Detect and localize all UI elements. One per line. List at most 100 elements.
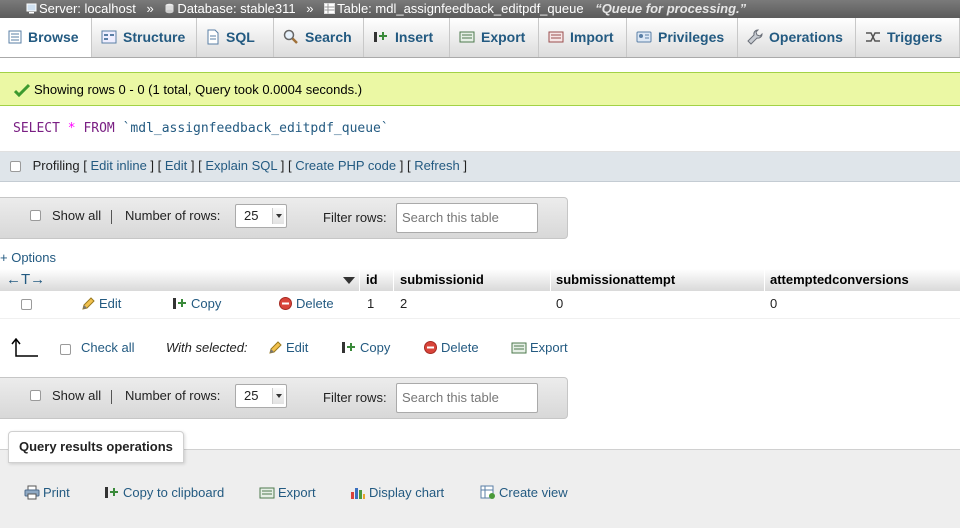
divider bbox=[111, 210, 112, 224]
table-icon bbox=[324, 3, 336, 14]
export-icon bbox=[511, 342, 527, 354]
rows-label: Number of rows: bbox=[125, 388, 221, 403]
create-php-code-link[interactable]: Create PHP code bbox=[295, 158, 396, 173]
tab-triggers[interactable]: Triggers bbox=[857, 18, 960, 57]
tab-privileges[interactable]: Privileges bbox=[628, 18, 738, 57]
wrench-icon bbox=[747, 29, 763, 45]
browse-icon bbox=[8, 30, 22, 44]
create-view-button[interactable]: Create view bbox=[480, 485, 568, 500]
bulk-export-button[interactable]: Export bbox=[511, 330, 568, 366]
tab-operations[interactable]: Operations bbox=[739, 18, 856, 57]
profiling-bar: Profiling [ Edit inline ] [ Edit ] [ Exp… bbox=[0, 152, 960, 182]
rows-select[interactable]: 25 bbox=[235, 204, 287, 228]
table-row: Edit Copy Delete 1 2 0 0 bbox=[0, 291, 960, 319]
breadcrumb-table[interactable]: Table: mdl_assignfeedback_editpdf_queue bbox=[324, 0, 584, 18]
row-copy-button[interactable]: Copy bbox=[172, 291, 221, 317]
database-icon bbox=[165, 3, 174, 14]
chevron-down-icon bbox=[272, 208, 284, 224]
arrow-ltr-icon bbox=[11, 338, 38, 357]
tab-search[interactable]: Search bbox=[275, 18, 364, 57]
bulk-delete-button[interactable]: Delete bbox=[423, 330, 479, 366]
cell-attemptedconversions[interactable]: 0 bbox=[770, 291, 777, 317]
filter-input[interactable]: Search this table bbox=[396, 203, 538, 233]
divider bbox=[111, 390, 112, 404]
show-all-label[interactable]: Show all bbox=[52, 388, 101, 403]
print-icon bbox=[24, 485, 40, 500]
column-header-submissionattempt[interactable]: submissionattempt bbox=[556, 269, 675, 291]
column-resize-arrows[interactable]: ←T→ bbox=[6, 269, 45, 291]
cell-submissionid[interactable]: 2 bbox=[400, 291, 407, 317]
profiling-checkbox[interactable] bbox=[10, 161, 21, 173]
filter-input[interactable]: Search this table bbox=[396, 383, 538, 413]
chevron-down-icon bbox=[272, 388, 284, 404]
rows-label: Number of rows: bbox=[125, 208, 221, 223]
structure-icon bbox=[101, 30, 117, 44]
server-icon bbox=[26, 3, 37, 14]
pencil-icon bbox=[269, 341, 282, 354]
edit-link[interactable]: Edit bbox=[165, 158, 187, 173]
column-header-submissionid[interactable]: submissionid bbox=[400, 269, 484, 291]
sort-arrow-icon[interactable] bbox=[343, 277, 355, 284]
show-all-checkbox[interactable] bbox=[30, 390, 41, 401]
success-message: Showing rows 0 - 0 (1 total, Query took … bbox=[0, 72, 960, 106]
print-button[interactable]: Print bbox=[24, 485, 70, 500]
breadcrumb-server[interactable]: Server: localhost bbox=[26, 0, 136, 18]
insert-icon bbox=[374, 31, 387, 42]
tab-structure[interactable]: Structure bbox=[93, 18, 197, 57]
explain-sql-link[interactable]: Explain SQL bbox=[205, 158, 277, 173]
navigation-panel-bottom: Show all Number of rows: 25 Filter rows:… bbox=[0, 377, 568, 419]
column-header-id[interactable]: id bbox=[366, 269, 378, 291]
search-icon bbox=[283, 29, 298, 44]
display-chart-button[interactable]: Display chart bbox=[350, 485, 444, 500]
row-checkbox[interactable] bbox=[21, 299, 32, 310]
breadcrumb: Server: localhost » Database: stable311 … bbox=[0, 0, 960, 18]
tab-export[interactable]: Export bbox=[451, 18, 539, 57]
sql-table-name[interactable]: `mdl_assignfeedback_editpdf_queue` bbox=[123, 121, 389, 136]
chart-icon bbox=[351, 488, 365, 500]
triggers-icon bbox=[866, 32, 880, 42]
show-all-label[interactable]: Show all bbox=[52, 208, 101, 223]
check-all-link[interactable]: Check all bbox=[81, 330, 134, 366]
checkmark-icon bbox=[13, 83, 31, 97]
check-all-checkbox[interactable] bbox=[60, 344, 71, 355]
tab-import[interactable]: Import bbox=[540, 18, 627, 57]
edit-inline-link[interactable]: Edit inline bbox=[90, 158, 146, 173]
copy-icon bbox=[342, 342, 355, 354]
tab-sql[interactable]: SQL bbox=[198, 18, 274, 57]
results-table-header: ←T→ id submissionid submissionattempt at… bbox=[0, 269, 960, 291]
copy-icon bbox=[105, 487, 118, 499]
refresh-link[interactable]: Refresh bbox=[414, 158, 460, 173]
row-delete-button[interactable]: Delete bbox=[278, 291, 334, 317]
tab-browse[interactable]: Browse bbox=[0, 18, 92, 57]
column-separator bbox=[764, 269, 765, 291]
tab-bar: Browse Structure SQL Search Insert Expor… bbox=[0, 18, 960, 58]
bulk-edit-button[interactable]: Edit bbox=[268, 330, 308, 366]
export-icon bbox=[259, 487, 275, 499]
delete-icon bbox=[424, 341, 437, 355]
cell-id[interactable]: 1 bbox=[367, 291, 374, 317]
export-button[interactable]: Export bbox=[259, 485, 316, 500]
cell-submissionattempt[interactable]: 0 bbox=[556, 291, 563, 317]
filter-label: Filter rows: bbox=[323, 390, 387, 405]
tab-insert[interactable]: Insert bbox=[365, 18, 450, 57]
sql-query: SELECT * FROM `mdl_assignfeedback_editpd… bbox=[0, 106, 960, 152]
show-all-checkbox[interactable] bbox=[30, 210, 41, 221]
row-edit-button[interactable]: Edit bbox=[81, 291, 121, 317]
column-separator bbox=[393, 269, 394, 291]
copy-to-clipboard-button[interactable]: Copy to clipboard bbox=[104, 485, 224, 500]
breadcrumb-database[interactable]: Database: stable311 bbox=[164, 0, 296, 18]
filter-label: Filter rows: bbox=[323, 210, 387, 225]
bulk-actions: Check all With selected: Edit Copy Delet… bbox=[0, 330, 960, 370]
import-icon bbox=[548, 31, 564, 43]
bulk-copy-button[interactable]: Copy bbox=[341, 330, 390, 366]
with-selected-label: With selected: bbox=[166, 340, 248, 355]
privileges-icon bbox=[636, 31, 652, 43]
sql-icon bbox=[207, 29, 219, 45]
navigation-panel-top: Show all Number of rows: 25 Filter rows:… bbox=[0, 197, 568, 239]
options-link[interactable]: + Options bbox=[0, 250, 56, 265]
copy-icon bbox=[173, 298, 186, 310]
column-header-attemptedconversions[interactable]: attemptedconversions bbox=[770, 269, 909, 291]
query-results-operations-title: Query results operations bbox=[8, 431, 184, 463]
rows-select[interactable]: 25 bbox=[235, 384, 287, 408]
delete-icon bbox=[279, 297, 292, 311]
